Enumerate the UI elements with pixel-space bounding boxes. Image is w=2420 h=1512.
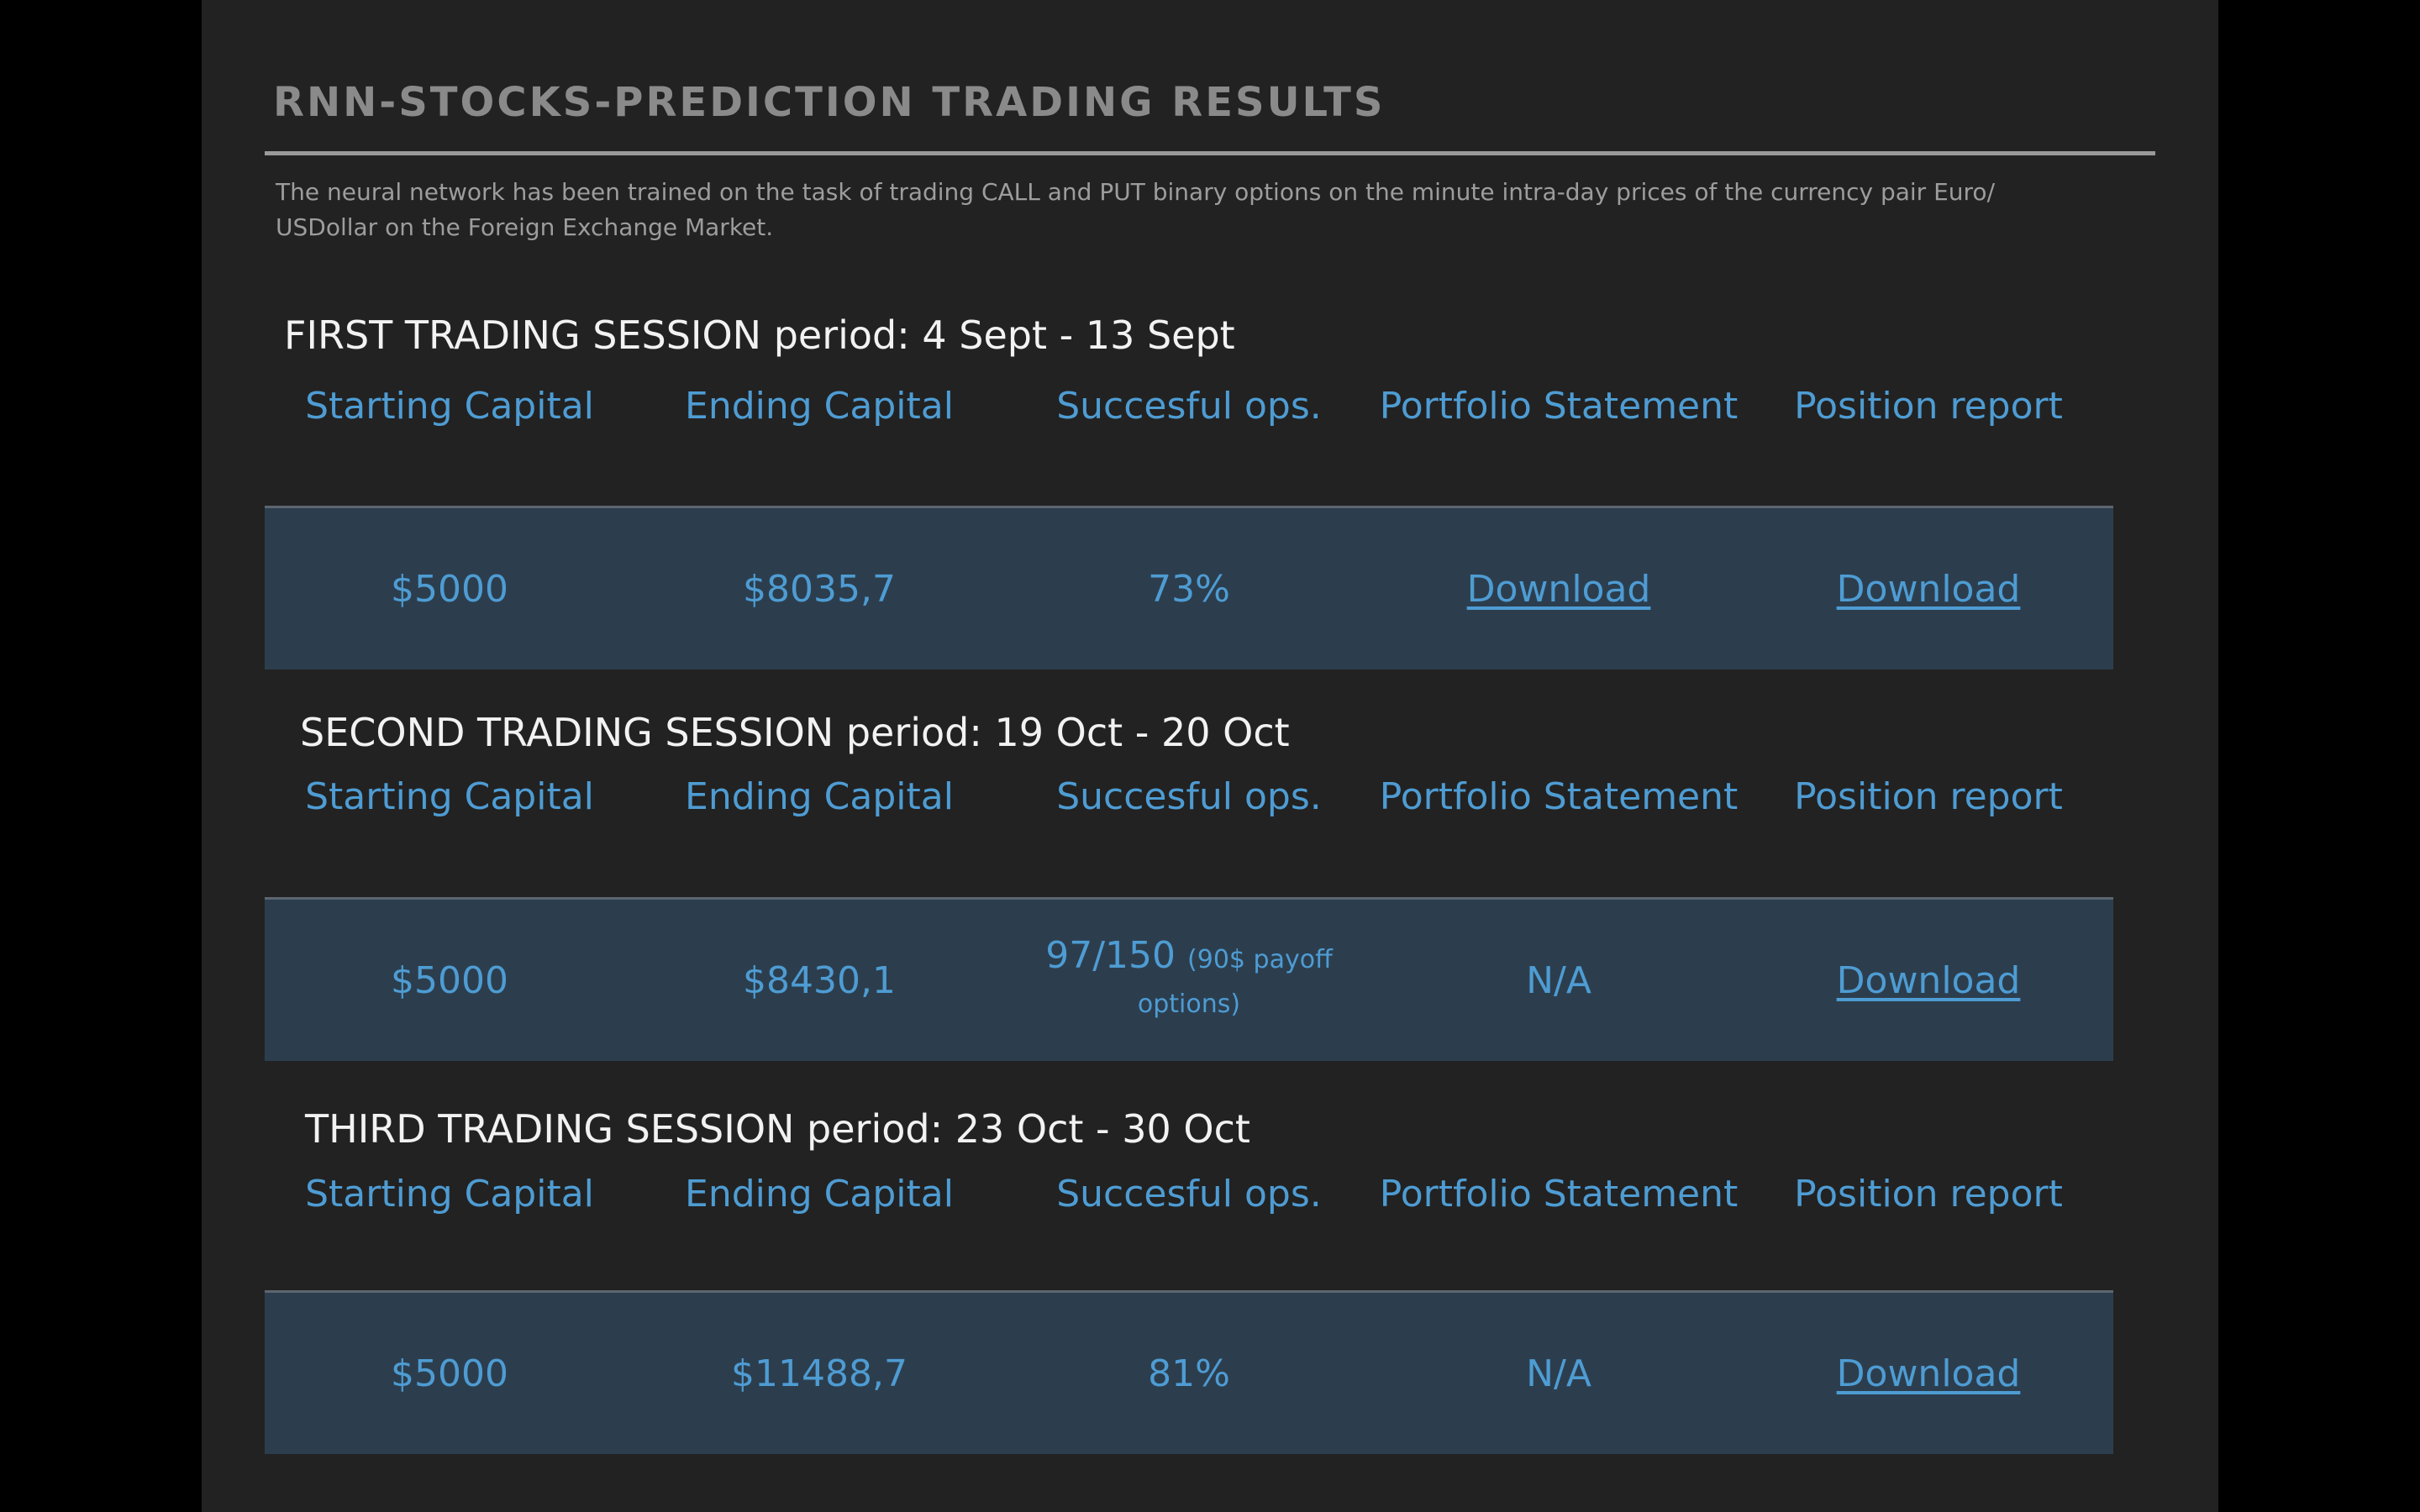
starting-capital-cell: $5000 (391, 1352, 508, 1395)
ending-capital-cell: $8035,7 (743, 567, 896, 611)
session-heading: FIRST TRADING SESSION period: 4 Sept - 1… (284, 312, 1235, 358)
column-header-ending-capital: Ending Capital (685, 1173, 954, 1215)
portfolio-statement-cell: N/A (1526, 958, 1591, 1002)
page-description: The neural network has been trained on t… (276, 178, 1995, 241)
position-report-cell: Download (1744, 900, 2113, 1061)
column-header-portfolio-statement: Portfolio Statement (1379, 1173, 1739, 1215)
column-header-starting-capital: Starting Capital (305, 385, 594, 428)
table-row: $5000 $8035,7 73% Download Download (265, 508, 2113, 669)
table-row: $5000 $11488,7 81% N/A Download (265, 1293, 2113, 1454)
table-row: $5000 $8430,1 97/150 (90$ payoff options… (265, 900, 2113, 1061)
column-header-ending-capital: Ending Capital (685, 385, 954, 428)
starting-capital-cell: $5000 (391, 567, 508, 611)
position-report-download-link[interactable]: Download (1837, 959, 2021, 1002)
session-heading: SECOND TRADING SESSION period: 19 Oct - … (300, 710, 1290, 755)
column-header-starting-capital: Starting Capital (305, 1173, 594, 1215)
page-panel: RNN-STOCKS-PREDICTION TRADING RESULTS Th… (202, 0, 2218, 1512)
column-header-successful-ops: Succesful ops. (1056, 775, 1322, 818)
column-header-portfolio-statement: Portfolio Statement (1379, 385, 1739, 428)
table-header-row: Starting Capital Ending Capital Succesfu… (265, 373, 2113, 440)
column-header-position-report: Position report (1794, 1173, 2063, 1215)
portfolio-statement-cell: Download (1374, 508, 1744, 669)
successful-ops-cell: 97/150 (90$ payoff options) (1004, 900, 1374, 1061)
column-header-position-report: Position report (1794, 775, 2063, 818)
column-header-portfolio-statement: Portfolio Statement (1379, 775, 1739, 818)
successful-ops-cell: 73% (1148, 567, 1230, 611)
ending-capital-cell: $11488,7 (731, 1352, 908, 1395)
position-report-download-link[interactable]: Download (1837, 568, 2021, 611)
page-title: RNN-STOCKS-PREDICTION TRADING RESULTS (273, 79, 1386, 126)
position-report-cell: Download (1744, 1293, 2113, 1454)
position-report-download-link[interactable]: Download (1837, 1352, 2021, 1395)
table-header-row: Starting Capital Ending Capital Succesfu… (265, 1161, 2113, 1228)
successful-ops-value: 97/150 (90$ payoff options) (1038, 936, 1340, 1025)
starting-capital-cell: $5000 (391, 958, 508, 1002)
portfolio-statement-download-link[interactable]: Download (1467, 568, 1651, 611)
successful-ops-count: 97/150 (1045, 934, 1176, 977)
column-header-starting-capital: Starting Capital (305, 775, 594, 818)
portfolio-statement-cell: N/A (1526, 1352, 1591, 1395)
title-divider (265, 151, 2155, 155)
column-header-successful-ops: Succesful ops. (1056, 385, 1322, 428)
position-report-cell: Download (1744, 508, 2113, 669)
column-header-position-report: Position report (1794, 385, 2063, 428)
session-heading: THIRD TRADING SESSION period: 23 Oct - 3… (305, 1106, 1250, 1152)
ending-capital-cell: $8430,1 (743, 958, 896, 1002)
successful-ops-cell: 81% (1148, 1352, 1230, 1395)
column-header-successful-ops: Succesful ops. (1056, 1173, 1322, 1215)
column-header-ending-capital: Ending Capital (685, 775, 954, 818)
table-header-row: Starting Capital Ending Capital Succesfu… (265, 764, 2113, 831)
